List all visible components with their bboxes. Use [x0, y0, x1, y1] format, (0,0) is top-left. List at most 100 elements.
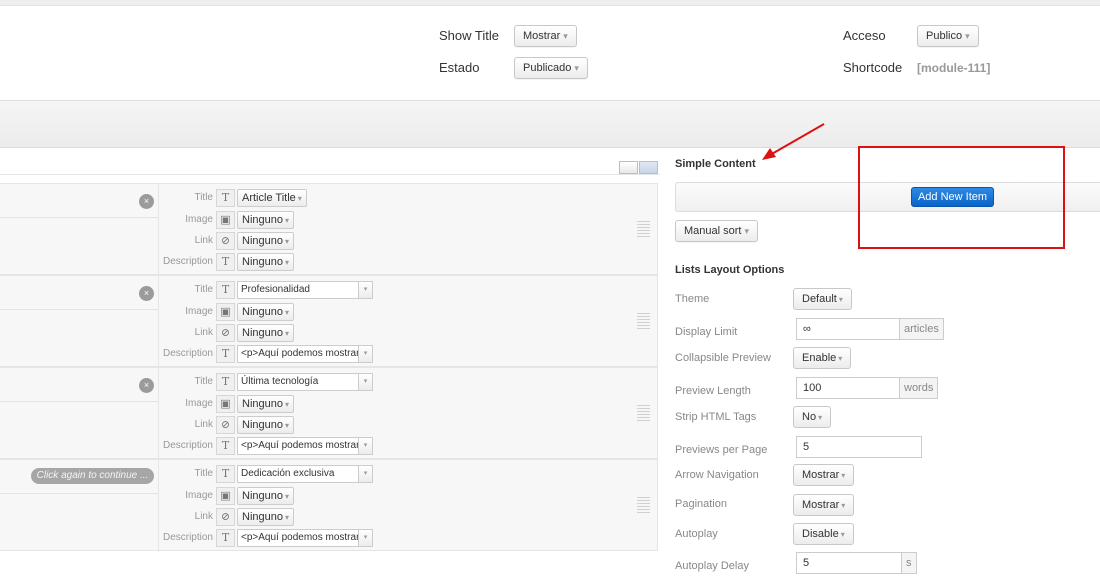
text-T-icon: T — [216, 189, 235, 207]
theme-dropdown[interactable]: Default ▾ — [793, 288, 852, 310]
display-limit-input[interactable]: ∞ — [796, 318, 900, 340]
annotation-highlight-box — [858, 146, 1065, 249]
description-label: Description — [162, 440, 213, 451]
description-dropdown[interactable]: Ninguno ▾ — [237, 253, 294, 271]
chevron-down-icon: ▾ — [284, 400, 289, 409]
autoplay-dropdown[interactable]: Disable ▾ — [793, 523, 854, 545]
estado-label: Estado — [439, 60, 480, 75]
link-dropdown[interactable]: Ninguno ▾ — [237, 508, 294, 526]
manual-sort-dropdown[interactable]: Manual sort ▾ — [675, 220, 759, 242]
chevron-down-icon[interactable]: ▾ — [358, 465, 373, 483]
drag-handle-icon[interactable] — [637, 405, 650, 421]
link-chain-icon: ⊘ — [216, 232, 235, 250]
image-dropdown[interactable]: Ninguno ▾ — [237, 487, 294, 505]
display-limit-label: Display Limit — [675, 326, 738, 338]
title-label: Title — [194, 192, 213, 203]
collapsible-preview-dropdown[interactable]: Enable ▾ — [793, 347, 852, 369]
chevron-down-icon: ▾ — [841, 471, 846, 480]
drag-handle-icon[interactable] — [637, 313, 650, 329]
chevron-down-icon[interactable]: ▾ — [358, 281, 373, 299]
confirm-delete-button[interactable]: Click again to continue ... — [31, 468, 154, 484]
list-item: × Title T Article Title ▾ Image ▣ Ninguno ▾ Link ⊘… — [0, 183, 658, 276]
description-input[interactable]: <p>Aquí podemos mostrar u — [237, 529, 359, 547]
link-dropdown[interactable]: Ninguno ▾ — [237, 416, 294, 434]
chevron-down-icon[interactable]: ▾ — [358, 437, 373, 455]
chevron-down-icon: ▾ — [284, 421, 289, 430]
simple-content-title: Simple Content — [675, 158, 756, 170]
image-dropdown[interactable]: Ninguno ▾ — [237, 395, 294, 413]
description-label: Description — [162, 532, 213, 543]
show-title-dropdown[interactable]: Mostrar ▾ — [514, 25, 577, 47]
chevron-down-icon: ▾ — [840, 530, 845, 539]
list-item: × Title T Última tecnología ▾ Image ▣ Ninguno ▾ L… — [0, 367, 658, 460]
acceso-label: Acceso — [843, 28, 886, 43]
description-label: Description — [162, 256, 213, 267]
list-view-icon[interactable] — [619, 161, 638, 174]
chevron-down-icon: ▾ — [284, 308, 289, 317]
chevron-down-icon: ▾ — [818, 413, 823, 422]
autoplay-delay-addon: s — [902, 552, 917, 574]
chevron-down-icon[interactable]: ▾ — [358, 345, 373, 363]
text-T-icon: T — [216, 437, 235, 455]
title-dropdown[interactable]: Article Title ▾ — [237, 189, 307, 207]
image-dropdown[interactable]: Ninguno ▾ — [237, 211, 294, 229]
show-title-label: Show Title — [439, 28, 499, 43]
drag-handle-icon[interactable] — [637, 221, 650, 237]
link-label: Link — [194, 235, 213, 246]
list-item: × Title T Profesionalidad ▾ Image ▣ Ninguno ▾ Lin… — [0, 275, 658, 368]
title-input[interactable]: Profesionalidad — [237, 281, 359, 299]
image-dropdown[interactable]: Ninguno ▾ — [237, 303, 294, 321]
link-label: Link — [194, 327, 213, 338]
link-label: Link — [194, 511, 213, 522]
image-icon: ▣ — [216, 487, 235, 505]
close-icon[interactable]: × — [139, 286, 154, 301]
drag-handle-icon[interactable] — [637, 497, 650, 513]
image-icon: ▣ — [216, 303, 235, 321]
chevron-down-icon: ▾ — [284, 513, 289, 522]
image-label: Image — [185, 398, 213, 409]
pagination-dropdown[interactable]: Mostrar ▾ — [793, 494, 855, 516]
acceso-dropdown[interactable]: Publico ▾ — [917, 25, 979, 47]
item-divider — [0, 309, 158, 310]
item-divider — [158, 460, 159, 552]
autoplay-delay-input[interactable]: 5 — [796, 552, 902, 574]
pagination-label: Pagination — [675, 498, 727, 510]
annotation-arrow-icon — [762, 123, 825, 160]
previews-per-page-input[interactable]: 5 — [796, 436, 922, 458]
title-label: Title — [194, 468, 213, 479]
autoplay-delay-label: Autoplay Delay — [675, 560, 749, 572]
previews-per-page-label: Previews per Page — [675, 444, 768, 456]
description-input[interactable]: <p>Aquí podemos mostrar u — [237, 345, 359, 363]
chevron-down-icon[interactable]: ▾ — [358, 373, 373, 391]
text-T-icon: T — [216, 465, 235, 483]
description-label: Description — [162, 348, 213, 359]
chevron-down-icon: ▾ — [841, 501, 846, 510]
link-dropdown[interactable]: Ninguno ▾ — [237, 324, 294, 342]
close-icon[interactable]: × — [139, 194, 154, 209]
link-chain-icon: ⊘ — [216, 416, 235, 434]
item-divider — [158, 368, 159, 460]
toolbar-band — [0, 100, 1100, 148]
chevron-down-icon: ▾ — [965, 31, 970, 41]
link-dropdown[interactable]: Ninguno ▾ — [237, 232, 294, 250]
display-limit-addon: articles — [900, 318, 944, 340]
arrow-navigation-dropdown[interactable]: Mostrar ▾ — [793, 464, 855, 486]
list-item: Click again to continue ... Title T Dedicac… — [0, 459, 658, 552]
shortcode-value: [module-111] — [917, 61, 991, 75]
title-input[interactable]: Dedicación exclusiva — [237, 465, 359, 483]
preview-length-input[interactable]: 100 — [796, 377, 900, 399]
chevron-down-icon: ▾ — [284, 492, 289, 501]
view-toggle[interactable] — [619, 161, 659, 174]
close-icon[interactable]: × — [139, 378, 154, 393]
description-input[interactable]: <p>Aquí podemos mostrar u — [237, 437, 359, 455]
estado-dropdown[interactable]: Publicado ▾ — [514, 57, 588, 79]
image-label: Image — [185, 306, 213, 317]
title-input[interactable]: Última tecnología — [237, 373, 359, 391]
grid-view-icon[interactable] — [639, 161, 658, 174]
collapsible-preview-label: Collapsible Preview — [675, 352, 771, 364]
link-chain-icon: ⊘ — [216, 508, 235, 526]
chevron-down-icon: ▾ — [297, 194, 302, 203]
strip-html-dropdown[interactable]: No ▾ — [793, 406, 832, 428]
chevron-down-icon[interactable]: ▾ — [358, 529, 373, 547]
autoplay-label: Autoplay — [675, 528, 718, 540]
